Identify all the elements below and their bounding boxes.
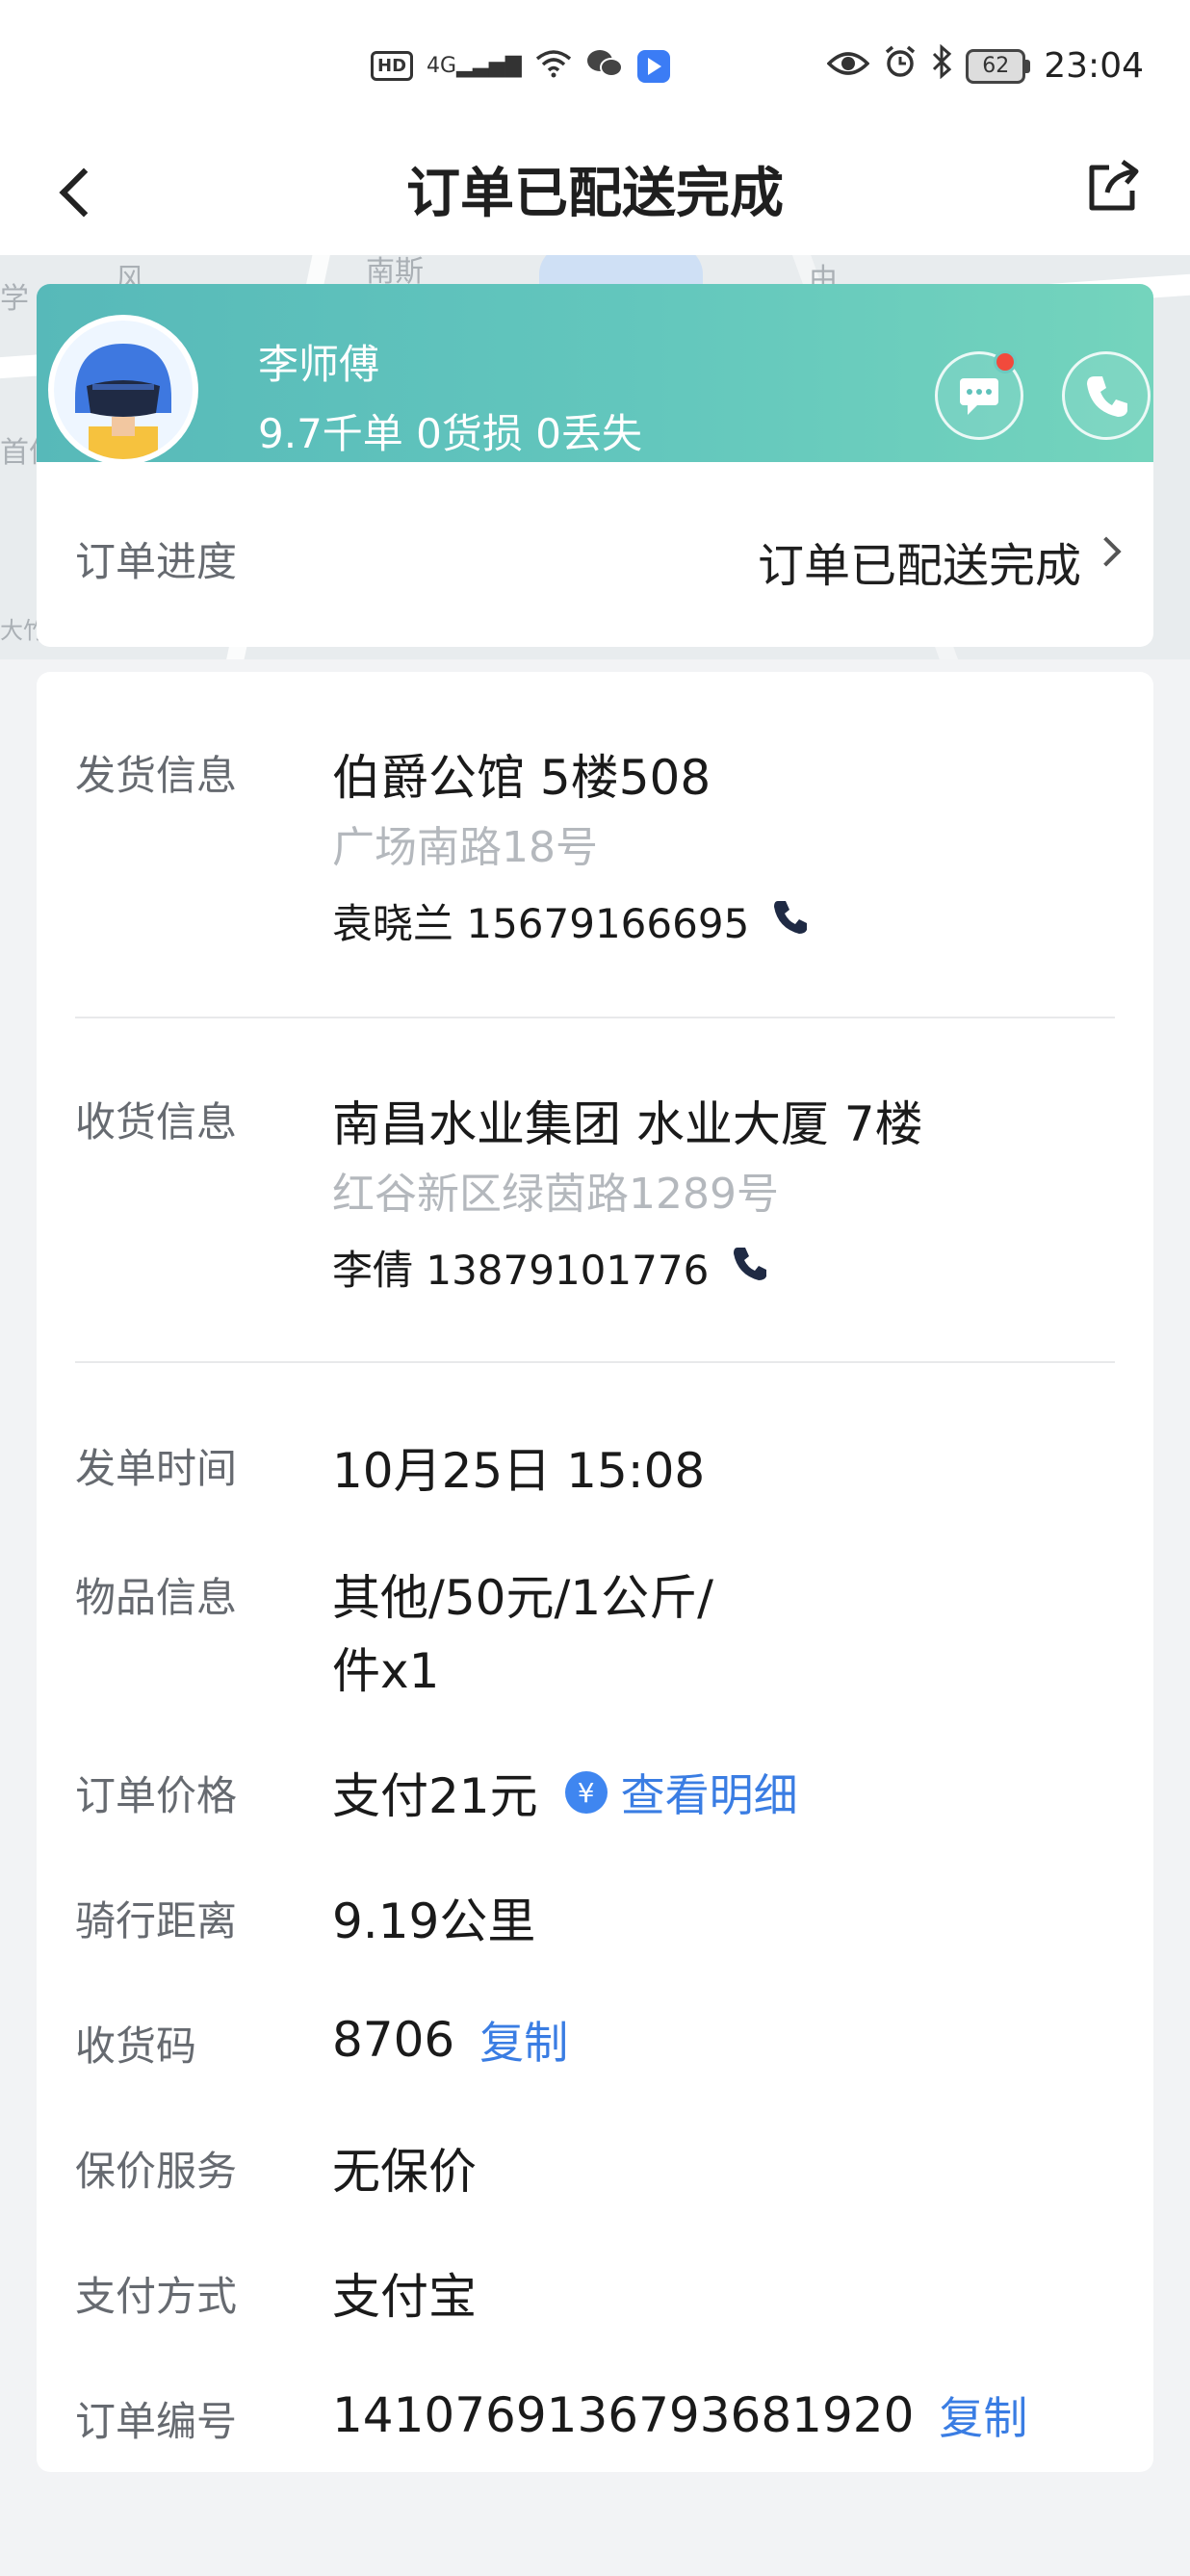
receiver-contact: 李倩 13879101776 (332, 1238, 770, 1297)
sender-street: 广场南路18号 (332, 823, 598, 872)
divider (75, 1017, 1115, 1018)
receiver-address: 南昌水业集团 水业大厦 7楼 (332, 1096, 923, 1152)
view-details-text: 查看明细 (620, 1769, 798, 1821)
page-title: 订单已配送完成 (406, 163, 784, 225)
insurance-value: 无保价 (332, 2144, 477, 2200)
order-number-row: 1410769136793681920 复制 (332, 2383, 1027, 2447)
receiver-street: 红谷新区绿茵路1289号 (332, 1170, 779, 1219)
copy-order-number-button[interactable]: 复制 (939, 2383, 1027, 2447)
courier-stats: 9.7千单 0货损 0丢失 (258, 410, 642, 457)
message-courier-button[interactable] (935, 350, 1023, 440)
receiver-contact-text: 李倩 13879101776 (332, 1247, 710, 1294)
status-icons-left: HD 4G▂▃▅▇ (371, 48, 670, 84)
sender-label: 发货信息 (75, 752, 238, 799)
order-time-value: 10月25日 15:08 (332, 1443, 706, 1499)
order-number-label: 订单编号 (75, 2398, 238, 2445)
wechat-icon (585, 48, 624, 84)
nav-bar: 订单已配送完成 (0, 135, 1190, 255)
receiver-phone-button[interactable] (732, 1244, 770, 1292)
receive-code-label: 收货码 (75, 2022, 197, 2070)
progress-value: 订单已配送完成 (757, 539, 1081, 593)
sender-contact-text: 袁晓兰 15679166695 (332, 900, 750, 947)
unread-badge (994, 350, 1017, 374)
call-courier-button[interactable] (1062, 351, 1151, 440)
progress-label: 订单进度 (75, 538, 238, 585)
courier-avatar (48, 315, 198, 465)
sender-phone-button[interactable] (772, 897, 811, 945)
order-info-card: 发货信息 伯爵公馆 5楼508 广场南路18号 袁晓兰 15679166695 … (37, 672, 1153, 2472)
hd-icon: HD (371, 51, 414, 81)
clock-time: 23:04 (1044, 46, 1144, 86)
share-icon (1089, 159, 1139, 211)
app-notification-icon (636, 49, 670, 83)
order-number-value: 1410769136793681920 (332, 2387, 915, 2443)
receive-code-row: 8706 复制 (332, 2008, 568, 2072)
bluetooth-icon (931, 43, 952, 88)
order-time-label: 发单时间 (75, 1445, 238, 1492)
courier-card: 李师傅 9.7千单 0货损 0丢失 (37, 284, 1153, 467)
payment-method-value: 支付宝 (332, 2269, 477, 2325)
order-price-row: 支付21元 ¥ 查看明细 (332, 1758, 798, 1827)
order-price-label: 订单价格 (75, 1772, 238, 1819)
order-progress-row[interactable]: 订单进度 订单已配送完成 (37, 462, 1153, 647)
ride-distance-label: 骑行距离 (75, 1897, 238, 1945)
receive-code-value: 8706 (332, 2012, 455, 2068)
sender-address: 伯爵公馆 5楼508 (332, 750, 711, 806)
insurance-label: 保价服务 (75, 2148, 238, 2195)
payment-method-label: 支付方式 (75, 2273, 238, 2320)
eye-icon (826, 46, 870, 86)
ride-distance-value: 9.19公里 (332, 1893, 536, 1949)
sender-contact: 袁晓兰 15679166695 (332, 891, 811, 950)
map-label: 学 (0, 282, 29, 316)
yuan-icon: ¥ (564, 1771, 608, 1814)
wifi-icon (535, 49, 572, 83)
signal-icon: 4G▂▃▅▇ (427, 53, 522, 78)
status-bar: HD 4G▂▃▅▇ 62 23:04 (0, 0, 1190, 135)
courier-name: 李师傅 (258, 341, 380, 388)
phone-icon (774, 900, 808, 934)
share-button[interactable] (1084, 156, 1142, 223)
phone-icon (1087, 376, 1127, 417)
item-info-line1: 其他/50元/1公斤/ (332, 1570, 713, 1626)
view-price-details-link[interactable]: ¥ 查看明细 (564, 1761, 798, 1824)
alarm-icon (883, 44, 918, 88)
phone-icon (734, 1247, 767, 1280)
chevron-right-icon (1091, 536, 1122, 567)
divider (75, 1361, 1115, 1363)
order-price-value: 支付21元 (332, 1768, 538, 1824)
receiver-label: 收货信息 (75, 1098, 238, 1146)
status-icons-right: 62 23:04 (826, 43, 1144, 88)
item-info-label: 物品信息 (75, 1574, 238, 1621)
battery-icon: 62 (966, 48, 1031, 84)
copy-receive-code-button[interactable]: 复制 (479, 2008, 568, 2072)
item-info-line2: 件x1 (332, 1643, 440, 1699)
